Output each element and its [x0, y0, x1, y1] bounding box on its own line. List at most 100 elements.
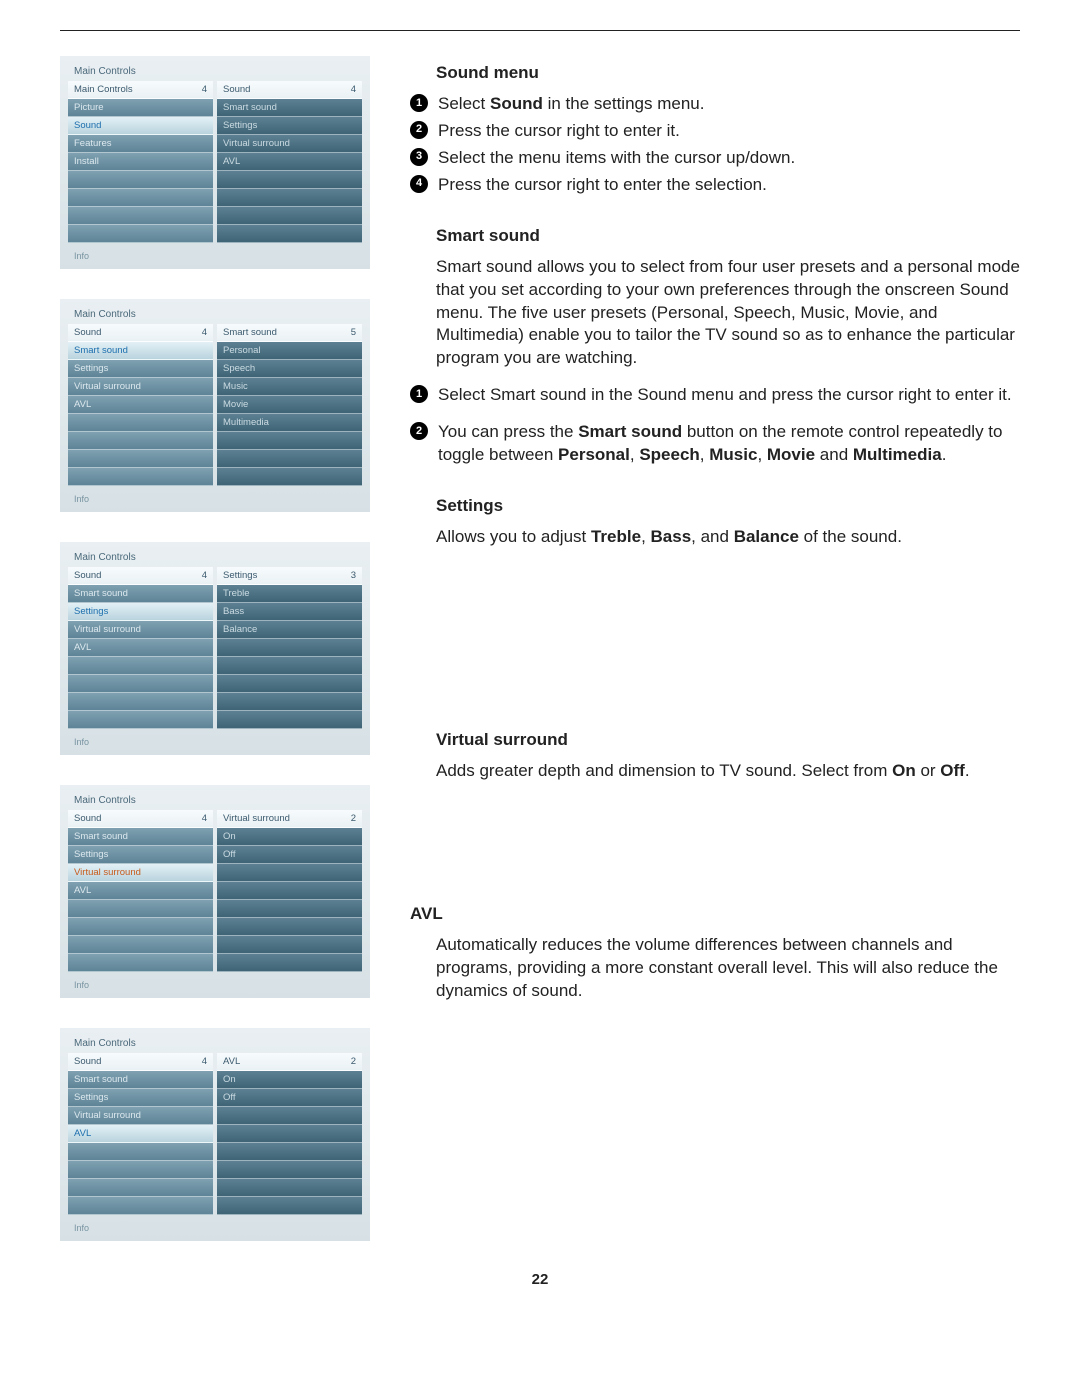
menu-panels: Sound4Smart soundSettingsVirtual surroun…: [68, 567, 362, 729]
menu-row: [68, 918, 213, 936]
menu-screenshot: Main ControlsSound4Smart soundSettingsVi…: [60, 299, 370, 512]
heading-smart-sound: Smart sound: [436, 225, 1020, 248]
menu-row: Virtual surround: [68, 1107, 213, 1125]
panel-header: Main Controls4: [68, 81, 213, 99]
panel-header-label: Sound: [74, 1056, 101, 1067]
t: On: [892, 761, 916, 780]
menu-row: On: [217, 828, 362, 846]
top-rule: [60, 30, 1020, 31]
heading-sound-menu: Sound menu: [436, 62, 1020, 85]
t: Speech: [639, 445, 699, 464]
menu-row: Music: [217, 378, 362, 396]
step: 2Press the cursor right to enter it.: [410, 120, 1020, 143]
layout: Main ControlsMain Controls4PictureSoundF…: [60, 56, 1020, 1241]
smart-step-2-text: You can press the Smart sound button on …: [438, 421, 1020, 467]
menu-row: Multimedia: [217, 414, 362, 432]
panel-header-label: Sound: [223, 84, 250, 95]
menu-row: Smart sound: [217, 99, 362, 117]
menu-row: Smart sound: [68, 342, 213, 360]
menu-row: [68, 936, 213, 954]
menu-row: [68, 432, 213, 450]
panel-header-label: Smart sound: [223, 327, 277, 338]
menu-row: [68, 900, 213, 918]
menu-panel-left: Sound4Smart soundSettingsVirtual surroun…: [68, 810, 213, 972]
menu-panel-left: Sound4Smart soundSettingsVirtual surroun…: [68, 567, 213, 729]
panel-header-label: AVL: [223, 1056, 240, 1067]
menu-row: [217, 1143, 362, 1161]
menu-row: [217, 936, 362, 954]
menu-row: [217, 693, 362, 711]
menu-row: Picture: [68, 99, 213, 117]
heading-settings: Settings: [436, 495, 1020, 518]
menu-row: [217, 657, 362, 675]
menu-row: [217, 954, 362, 972]
menu-title: Main Controls: [74, 795, 362, 806]
menu-row: Personal: [217, 342, 362, 360]
t: Music: [709, 445, 757, 464]
menu-row: [217, 882, 362, 900]
heading-avl: AVL: [410, 903, 1020, 926]
menu-row: [217, 450, 362, 468]
panel-header: Sound4: [68, 1053, 213, 1071]
panel-header: Settings 3: [217, 567, 362, 585]
menu-panel-right: AVL2OnOff: [217, 1053, 362, 1215]
menu-row: [68, 468, 213, 486]
menu-row: Smart sound: [68, 585, 213, 603]
t: Allows you to adjust: [436, 527, 591, 546]
menu-row: [68, 675, 213, 693]
t: Multimedia: [853, 445, 942, 464]
panel-header: Smart sound 5: [217, 324, 362, 342]
menu-row: [217, 1161, 362, 1179]
menu-screenshot: Main Controls Sound4Smart soundSettingsVi…: [60, 542, 370, 755]
menu-row: [68, 450, 213, 468]
t: Adds greater depth and dimension to TV s…: [436, 761, 892, 780]
menu-panel-right: Virtual surround2OnOff: [217, 810, 362, 972]
menu-panels: Sound4Smart soundSettingsVirtual surroun…: [68, 1053, 362, 1215]
panel-header: Virtual surround2: [217, 810, 362, 828]
panel-header-count: 3: [351, 570, 356, 581]
bullet-2-icon: 2: [410, 121, 428, 139]
menu-title: Main Controls: [74, 552, 362, 563]
menu-row: [217, 864, 362, 882]
menu-row: [217, 225, 362, 243]
menu-row: [217, 1125, 362, 1143]
panel-header-count: 4: [202, 813, 207, 824]
section-avl: AVL Automatically reduces the volume dif…: [410, 903, 1020, 1003]
menu-row: AVL: [68, 882, 213, 900]
section-smart-sound: Smart sound Smart sound allows you to se…: [410, 225, 1020, 467]
menu-row: [217, 189, 362, 207]
smart-steps: 1 Select Smart sound in the Sound menu a…: [410, 384, 1020, 467]
t: You can press the: [438, 422, 578, 441]
smart-step-1-text: Select Smart sound in the Sound menu and…: [438, 384, 1012, 407]
panel-header: Sound4: [68, 567, 213, 585]
info-bar: Info: [68, 247, 362, 263]
t: Movie: [767, 445, 815, 464]
settings-para: Allows you to adjust Treble, Bass, and B…: [436, 526, 1020, 549]
t: Smart sound: [578, 422, 682, 441]
t: Personal: [558, 445, 630, 464]
panel-header: Sound4: [68, 324, 213, 342]
panel-header-count: 5: [351, 327, 356, 338]
t: of the sound.: [799, 527, 902, 546]
panel-header-label: Settings: [223, 570, 257, 581]
menu-row: [68, 414, 213, 432]
menu-row: Settings: [68, 1089, 213, 1107]
menu-row: AVL: [68, 1125, 213, 1143]
step-text: Select Sound in the settings menu.: [438, 93, 704, 116]
menu-row: Settings: [68, 360, 213, 378]
menu-row: [217, 918, 362, 936]
section-settings: Settings Allows you to adjust Treble, Ba…: [410, 495, 1020, 549]
menu-panel-left: Sound4Smart soundSettingsVirtual surroun…: [68, 324, 213, 486]
menu-row: AVL: [68, 396, 213, 414]
menu-row: [217, 711, 362, 729]
page: Main ControlsMain Controls4PictureSoundF…: [0, 0, 1080, 1328]
info-bar: Info: [68, 1219, 362, 1235]
panel-header-count: 4: [202, 327, 207, 338]
bullet-3-icon: 3: [410, 148, 428, 166]
right-column: Sound menu 1Select Sound in the settings…: [410, 56, 1020, 1241]
menu-row: [217, 900, 362, 918]
menu-row: Install: [68, 153, 213, 171]
menu-row: Smart sound: [68, 1071, 213, 1089]
menu-panel-right: Settings3TrebleBassBalance: [217, 567, 362, 729]
avl-para: Automatically reduces the volume differe…: [436, 934, 1020, 1003]
